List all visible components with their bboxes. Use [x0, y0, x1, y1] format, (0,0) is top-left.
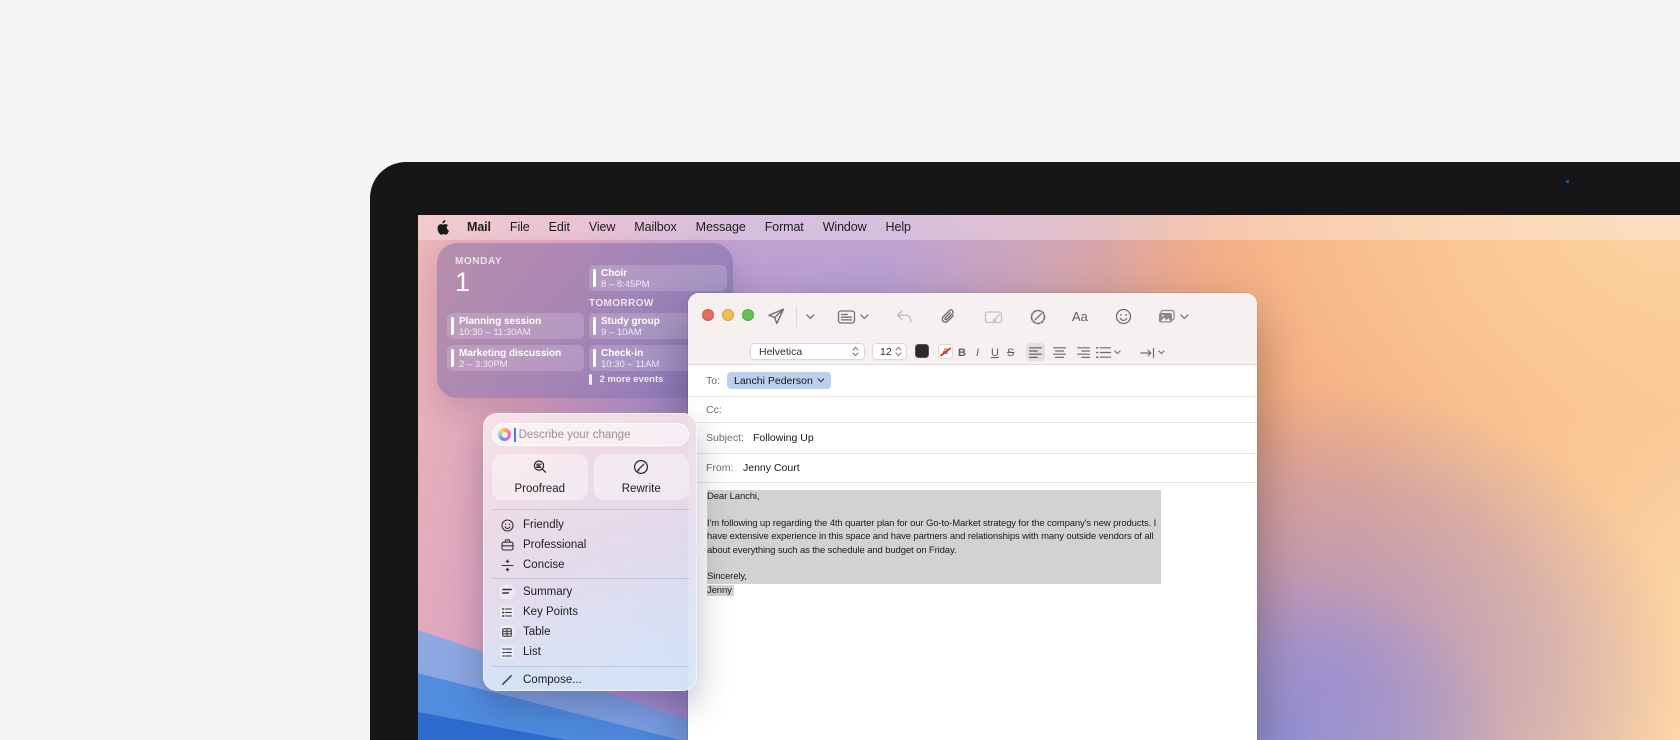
marketing-canvas: Mail File Edit View Mailbox Message Form…: [0, 0, 1680, 740]
format-aa-icon[interactable]: Aa: [1072, 309, 1088, 324]
photo-browser-icon[interactable]: [1157, 309, 1189, 325]
menu-item-file[interactable]: File: [510, 215, 530, 240]
font-size-select[interactable]: 12: [872, 343, 907, 360]
mac-display-bezel: Mail File Edit View Mailbox Message Form…: [370, 162, 1680, 740]
professional-icon: [500, 539, 514, 551]
toolbar-separator: [796, 307, 797, 327]
apple-intelligence-glyph-icon: [498, 428, 511, 441]
bold-button[interactable]: B: [958, 340, 966, 365]
highlight-color-button[interactable]: a: [938, 344, 953, 359]
send-options-chevron-icon[interactable]: [806, 314, 815, 320]
menu-item-concise[interactable]: Concise: [484, 555, 698, 575]
widget-tomorrow-label: TOMORROW: [589, 298, 654, 309]
menu-item-summary[interactable]: Summary: [484, 582, 698, 602]
table-icon: [500, 625, 514, 639]
menu-item-friendly[interactable]: Friendly: [484, 515, 698, 535]
menu-item-table[interactable]: Table: [484, 622, 698, 642]
menu-item-professional[interactable]: Professional: [484, 535, 698, 555]
message-body-editor[interactable]: Dear Lanchi, I'm following up regarding …: [707, 490, 1207, 597]
apple-intelligence-icon[interactable]: [1029, 308, 1047, 326]
header-fields-icon[interactable]: [837, 309, 869, 325]
from-field[interactable]: From: Jenny Court: [688, 454, 1257, 483]
signature-icon[interactable]: [984, 309, 1003, 325]
menu-item-mail[interactable]: Mail: [467, 215, 491, 240]
rewrite-button[interactable]: Rewrite: [594, 454, 690, 500]
text-color-swatch[interactable]: [915, 344, 929, 358]
widget-day-label: MONDAY: [455, 256, 502, 267]
apple-menu-icon[interactable]: [437, 220, 450, 235]
mail-compose-window: Aa Helvetica 12: [688, 293, 1257, 740]
menu-item-list[interactable]: List: [484, 642, 698, 662]
calendar-event: Planning session 10:30 – 11:30AM: [447, 313, 584, 339]
align-center-button[interactable]: [1050, 343, 1069, 361]
subject-field[interactable]: Subject: Following Up: [688, 423, 1257, 454]
underline-button[interactable]: U: [991, 340, 999, 365]
font-family-select[interactable]: Helvetica: [750, 343, 865, 360]
event-color-bar: [593, 269, 596, 287]
proofread-button[interactable]: Proofread: [492, 454, 588, 500]
key-points-icon: [500, 605, 514, 619]
window-toolbar: Aa: [688, 293, 1257, 340]
format-bar: Helvetica 12 a B I U S: [688, 340, 1257, 365]
list-icon: [500, 645, 514, 659]
to-field[interactable]: To: Lanchi Pederson: [688, 365, 1257, 397]
event-color-bar: [451, 317, 454, 335]
cc-field[interactable]: Cc:: [688, 397, 1257, 423]
describe-change-input[interactable]: Describe your change: [492, 423, 689, 446]
desktop-screen: Mail File Edit View Mailbox Message Form…: [418, 215, 1680, 740]
menu-item-key-points[interactable]: Key Points: [484, 602, 698, 622]
emoji-icon[interactable]: [1115, 308, 1132, 325]
writing-tools-popup: Describe your change Proofread Rewrite: [483, 413, 697, 691]
align-left-button[interactable]: [1026, 343, 1045, 361]
text-wrap-dropdown[interactable]: [1140, 340, 1165, 365]
calendar-event: Marketing discussion 2 – 3:30PM: [447, 345, 584, 371]
signature-line: Jenny: [707, 584, 1207, 597]
text-caret: [514, 428, 516, 442]
camera-icon: [1563, 177, 1572, 186]
zoom-button[interactable]: [742, 309, 754, 321]
event-color-bar: [593, 349, 596, 367]
proofread-icon: [532, 459, 548, 480]
divider: [492, 666, 690, 667]
send-icon[interactable]: [766, 307, 786, 326]
compose-header-fields: To: Lanchi Pederson Cc: Subject: Followi…: [688, 365, 1257, 483]
calendar-event: Choir 8 – 8:45PM: [589, 265, 727, 291]
menu-item-format[interactable]: Format: [765, 215, 804, 240]
list-style-dropdown[interactable]: [1096, 340, 1121, 365]
align-right-button[interactable]: [1074, 343, 1093, 361]
minimize-button[interactable]: [722, 309, 734, 321]
friendly-icon: [500, 519, 514, 532]
recipient-token[interactable]: Lanchi Pederson: [727, 372, 831, 389]
strikethrough-button[interactable]: S: [1007, 340, 1014, 365]
menu-item-message[interactable]: Message: [696, 215, 746, 240]
divider: [492, 578, 690, 579]
input-placeholder: Describe your change: [519, 429, 631, 441]
menu-item-edit[interactable]: Edit: [549, 215, 570, 240]
rewrite-icon: [633, 459, 649, 480]
widget-day-number: 1: [455, 267, 470, 298]
attach-icon[interactable]: [940, 308, 956, 326]
menu-bar: Mail File Edit View Mailbox Message Form…: [418, 215, 1680, 240]
italic-button[interactable]: I: [976, 340, 979, 365]
event-color-bar: [589, 374, 592, 385]
close-button[interactable]: [702, 309, 714, 321]
menu-item-window[interactable]: Window: [823, 215, 867, 240]
divider: [492, 509, 690, 510]
menu-item-compose[interactable]: Compose...: [484, 670, 698, 690]
summary-icon: [500, 585, 514, 599]
compose-icon: [500, 674, 514, 686]
event-color-bar: [593, 317, 596, 335]
reply-icon[interactable]: [895, 309, 913, 324]
more-events: 2 more events: [589, 374, 663, 385]
concise-icon: [500, 559, 514, 572]
event-color-bar: [451, 349, 454, 367]
selected-text: Dear Lanchi, I'm following up regarding …: [707, 490, 1161, 584]
menu-item-view[interactable]: View: [589, 215, 615, 240]
menu-item-mailbox[interactable]: Mailbox: [634, 215, 676, 240]
menu-item-help[interactable]: Help: [886, 215, 911, 240]
